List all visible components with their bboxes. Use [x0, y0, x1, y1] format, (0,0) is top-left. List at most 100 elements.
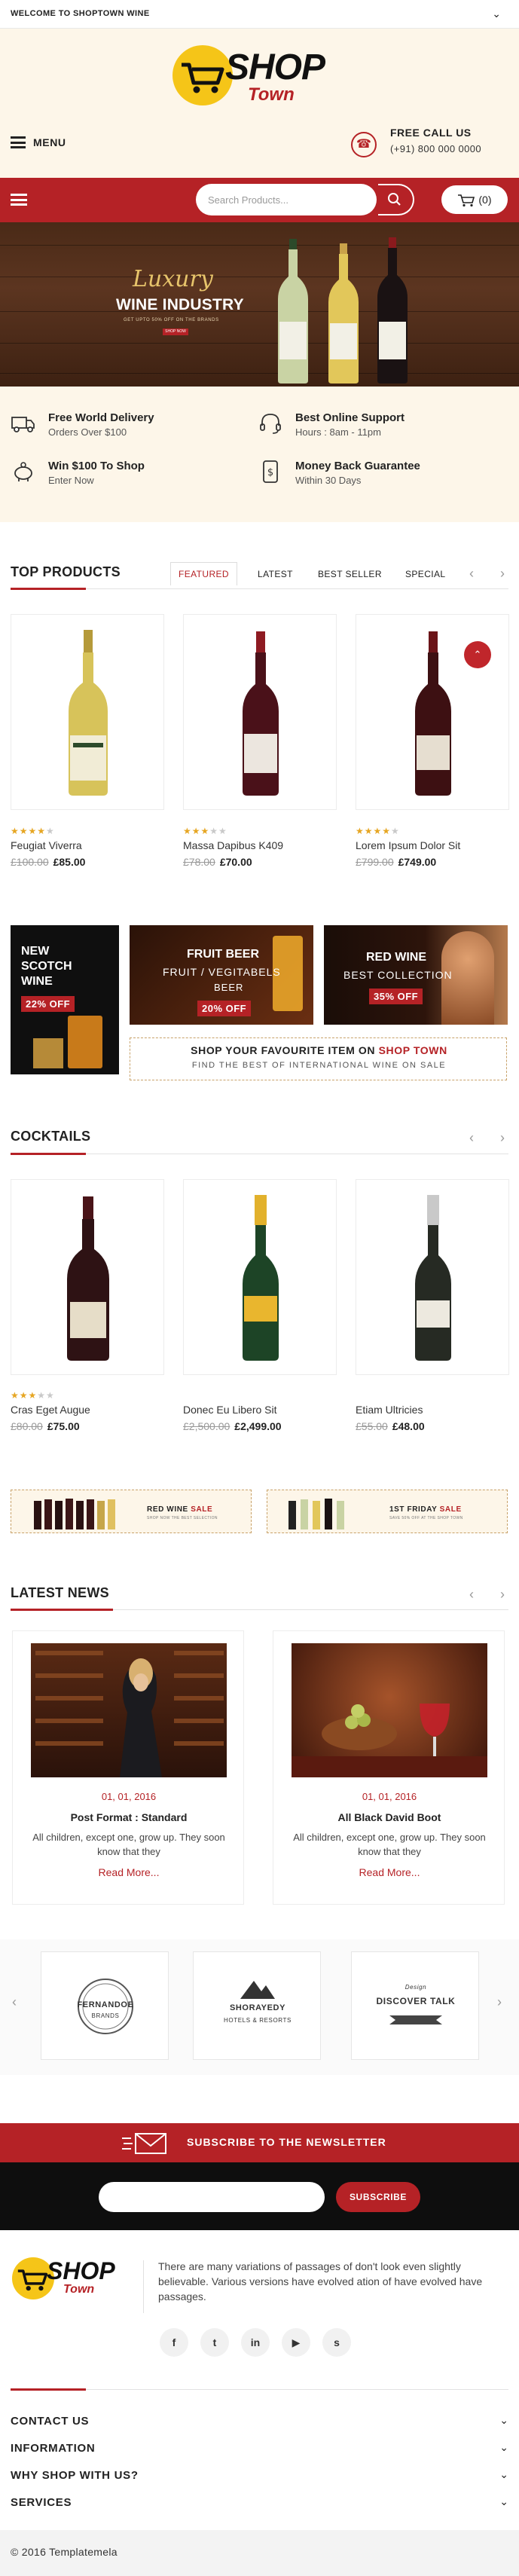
chevron-left-icon[interactable]: ‹: [469, 566, 474, 582]
youtube-icon[interactable]: ▶: [282, 2328, 310, 2357]
news-image: [292, 1643, 487, 1777]
copyright-bar: © 2016 Templatemela: [0, 2530, 519, 2576]
product-card[interactable]: [11, 1179, 164, 1375]
section-underline: [11, 1609, 113, 1611]
promo-line: BEST COLLECTION: [343, 969, 453, 981]
hero-banner[interactable]: Luxury WINE INDUSTRY GET UPTO 50% OFF ON…: [0, 222, 519, 387]
brand-logo[interactable]: SHORAYEDY HOTELS & RESORTS: [193, 1951, 321, 2060]
sale-banner-red-wine[interactable]: RED WINE SALE SHOP NOW THE BEST SELECTIO…: [11, 1490, 252, 1533]
svg-text:$: $: [267, 467, 273, 478]
footer-section-information[interactable]: INFORMATION ⌄: [11, 2441, 508, 2460]
product-name[interactable]: Feugiat Viverra: [11, 839, 176, 851]
promo-fruit-beer[interactable]: FRUIT BEER FRUIT / VEGITABELS BEER 20% O…: [130, 925, 313, 1025]
rating-stars: ★★★★★: [356, 826, 400, 836]
product-image: [415, 1195, 451, 1361]
chevron-left-icon[interactable]: ‹: [12, 1994, 17, 2010]
news-card[interactable]: 01, 01, 2016 Post Format : Standard All …: [12, 1630, 244, 1905]
shop-banner-title: SHOP YOUR FAVOURITE ITEM ON SHOP TOWN: [191, 1044, 447, 1056]
whisky-bottle: [68, 1016, 102, 1068]
product-card[interactable]: [183, 614, 337, 810]
rating-stars: ★★★★★: [183, 826, 227, 836]
chevron-up-icon[interactable]: ⌃: [464, 641, 491, 668]
top-bar: WELCOME TO SHOPTOWN WINE ⌄: [0, 0, 519, 29]
product-price: £100.00 £85.00: [11, 856, 176, 868]
latest-news-title: LATEST NEWS: [11, 1585, 109, 1600]
subscribe-button[interactable]: SUBSCRIBE: [336, 2182, 420, 2212]
facebook-icon[interactable]: f: [160, 2328, 188, 2357]
footer-section-contact[interactable]: CONTACT US ⌄: [11, 2414, 508, 2433]
product-card[interactable]: [183, 1179, 337, 1375]
category-menu-icon[interactable]: [11, 194, 27, 206]
news-title[interactable]: Post Format : Standard: [13, 1811, 245, 1823]
feature-title: Free World Delivery: [48, 411, 154, 424]
search-button[interactable]: [378, 184, 414, 215]
header: SHOP Town MENU ☎ FREE CALL US (+91) 800 …: [0, 29, 519, 178]
newsletter-header: SUBSCRIBE TO THE NEWSLETTER: [0, 2123, 519, 2162]
tab-latest[interactable]: LATEST: [258, 569, 293, 579]
bottles-row-image: [31, 1495, 121, 1529]
cart-button[interactable]: (0): [441, 185, 508, 214]
hero-shop-button[interactable]: SHOP NOW: [163, 328, 188, 335]
read-more-link[interactable]: Read More...: [13, 1866, 245, 1878]
call-title: FREE CALL US: [390, 127, 472, 139]
product-name[interactable]: Cras Eget Augue: [11, 1404, 176, 1416]
feature-win: Win $100 To Shop Enter Now: [11, 457, 237, 487]
news-image: [31, 1643, 227, 1777]
newsletter-email-input[interactable]: [99, 2182, 325, 2212]
promo-scotch[interactable]: NEW SCOTCH WINE 22% OFF: [11, 925, 119, 1074]
footer-section-services[interactable]: SERVICES ⌄: [11, 2495, 508, 2514]
feature-subtitle: Enter Now: [48, 475, 94, 486]
brand-logo[interactable]: Design DISCOVER TALK: [351, 1951, 479, 2060]
product-info: ★ Etiam Ultricies £55.00£48.00: [356, 1390, 519, 1432]
news-title[interactable]: All Black David Boot: [273, 1811, 505, 1823]
chevron-right-icon[interactable]: ›: [500, 1130, 505, 1146]
promo-line: NEW: [21, 945, 50, 958]
product-name[interactable]: Donec Eu Libero Sit: [183, 1404, 349, 1416]
product-card[interactable]: [356, 1179, 509, 1375]
product-name[interactable]: Lorem Ipsum Dolor Sit: [356, 839, 519, 851]
product-card[interactable]: [11, 614, 164, 810]
sale-banner-first-friday[interactable]: 1ST FRIDAY SALE SAVE 50% OFF AT THE SHOP…: [267, 1490, 508, 1533]
product-card[interactable]: [356, 614, 509, 810]
call-number[interactable]: (+91) 800 000 0000: [390, 143, 481, 154]
product-name[interactable]: Etiam Ultricies: [356, 1404, 519, 1416]
bottles-row-image: [285, 1495, 353, 1529]
chevron-right-icon[interactable]: ›: [500, 566, 505, 582]
promo-red-wine[interactable]: RED WINE BEST COLLECTION 35% OFF: [324, 925, 508, 1025]
news-card[interactable]: 01, 01, 2016 All Black David Boot All ch…: [273, 1630, 505, 1905]
newsletter-title: SUBSCRIBE TO THE NEWSLETTER: [187, 2136, 386, 2148]
discount-badge: 22% OFF: [21, 996, 75, 1012]
footer-section-why-shop[interactable]: WHY SHOP WITH US? ⌄: [11, 2468, 508, 2487]
skype-icon[interactable]: s: [322, 2328, 351, 2357]
twitter-icon[interactable]: t: [200, 2328, 229, 2357]
tab-best-seller[interactable]: BEST SELLER: [318, 569, 382, 579]
news-excerpt: All children, except one, grow up. They …: [32, 1832, 225, 1857]
brand-logo[interactable]: FERNANDOE BRANDS: [41, 1951, 169, 2060]
tab-featured[interactable]: FEATURED: [170, 562, 237, 585]
new-price: £749.00: [398, 856, 437, 868]
promo-line: RED WINE: [366, 951, 426, 964]
old-price: £55.00: [356, 1420, 388, 1432]
brand-sub: Design: [405, 1984, 427, 1991]
chevron-right-icon[interactable]: ›: [500, 1587, 505, 1603]
tab-special[interactable]: SPECIAL: [405, 569, 446, 579]
linkedin-icon[interactable]: in: [241, 2328, 270, 2357]
chevron-left-icon[interactable]: ‹: [469, 1130, 474, 1146]
chevron-left-icon[interactable]: ‹: [469, 1587, 474, 1603]
feature-title: Win $100 To Shop: [48, 460, 145, 472]
footer-logo[interactable]: SHOP Town: [12, 2257, 133, 2306]
footer-description: There are many variations of passages of…: [158, 2260, 483, 2303]
read-more-link[interactable]: Read More...: [273, 1866, 505, 1878]
chevron-down-icon[interactable]: ⌄: [492, 8, 501, 20]
logo-shop-text: SHOP: [225, 47, 325, 87]
mountain-icon: [240, 1981, 275, 1999]
news-date: 01, 01, 2016: [362, 1791, 417, 1802]
product-image: [67, 1196, 109, 1361]
logo[interactable]: SHOP Town: [172, 45, 346, 121]
section-underline: [11, 1153, 86, 1155]
footer-section-label: WHY SHOP WITH US?: [11, 2469, 139, 2482]
search-input[interactable]: [208, 192, 343, 207]
product-name[interactable]: Massa Dapibus K409: [183, 839, 349, 851]
chevron-right-icon[interactable]: ›: [497, 1994, 502, 2010]
product-price: £2,500.00 £2,499.00: [183, 1420, 349, 1432]
